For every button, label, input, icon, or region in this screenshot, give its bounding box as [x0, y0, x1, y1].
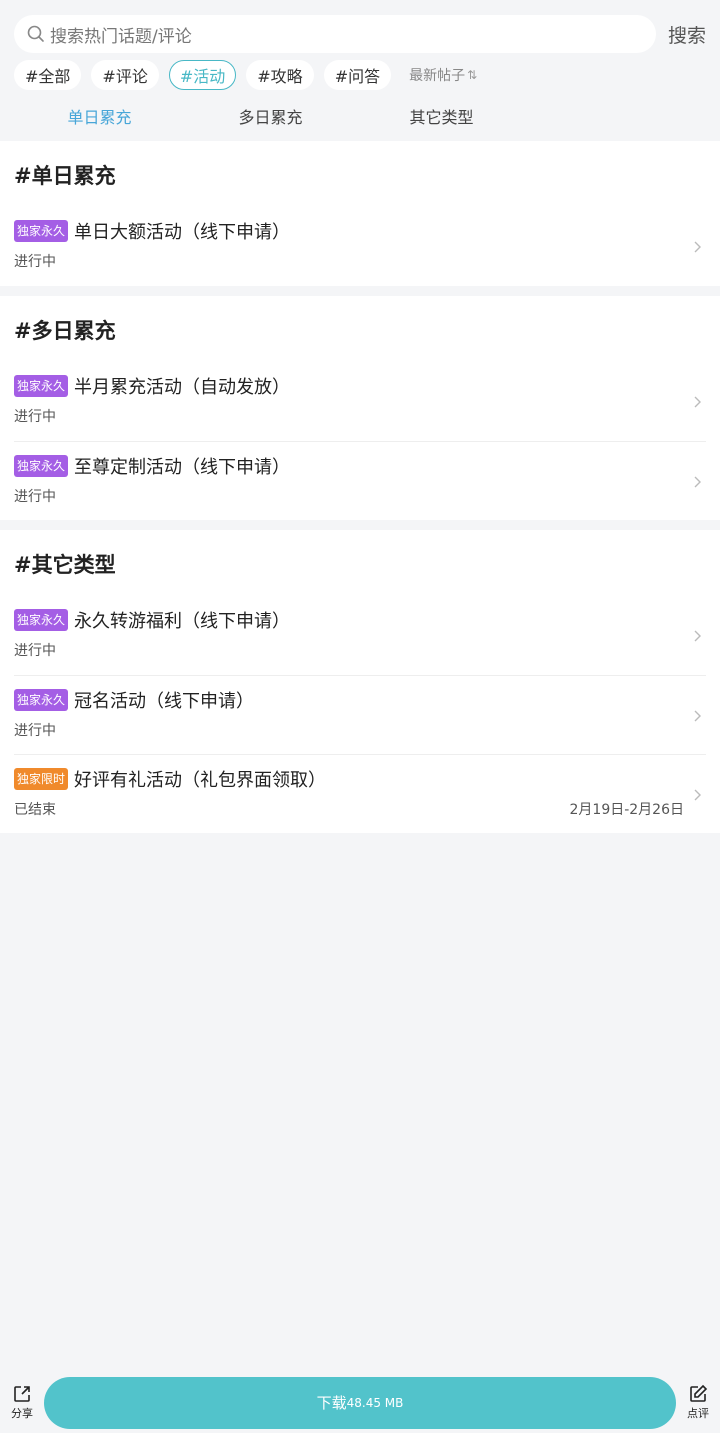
chevron-right-icon	[694, 789, 701, 801]
chevron-right-icon	[694, 710, 701, 722]
search-row: 搜索热门话题/评论 搜索	[14, 0, 706, 58]
search-placeholder: 搜索热门话题/评论	[50, 26, 192, 47]
search-button[interactable]: 搜索	[666, 21, 706, 48]
share-label: 分享	[11, 1407, 33, 1420]
bottom-bar: 分享 下载 48.45 MB 点评	[0, 1372, 720, 1433]
event-badge: 独家永久	[14, 455, 69, 477]
event-badge: 独家永久	[14, 609, 69, 631]
subtab-multi-day[interactable]: 多日累充	[185, 104, 356, 128]
download-button[interactable]: 下载 48.45 MB	[44, 1376, 676, 1429]
event-item[interactable]: 独家永久 冠名活动（线下申请） 进行中	[14, 675, 706, 754]
sort-icon: ⇅	[467, 68, 478, 82]
event-badge: 独家永久	[14, 375, 69, 397]
section-title: #其它类型	[14, 553, 116, 577]
download-label: 下载	[316, 1394, 347, 1412]
event-badge: 独家永久	[14, 220, 69, 242]
header: 搜索热门话题/评论 搜索 #全部 #评论 #活动 #攻略 #问答 最新帖子 ⇅ …	[0, 0, 720, 141]
sort-label: 最新帖子	[409, 68, 466, 84]
event-title: 单日大额活动（线下申请）	[74, 222, 291, 243]
event-item[interactable]: 独家限时 好评有礼活动（礼包界面领取） 已结束 2月19日-2月26日	[14, 754, 706, 833]
event-title: 至尊定制活动（线下申请）	[74, 457, 291, 478]
event-badge: 独家限时	[14, 768, 69, 790]
chevron-right-icon	[694, 241, 701, 253]
review-label: 点评	[687, 1407, 709, 1420]
share-button[interactable]: 分享	[0, 1384, 44, 1421]
subtab-bar: 单日累充 多日累充 其它类型	[14, 91, 706, 141]
event-item[interactable]: 独家永久 永久转游福利（线下申请） 进行中	[14, 596, 706, 675]
event-item[interactable]: 独家永久 单日大额活动（线下申请） 进行中	[14, 207, 706, 286]
event-title: 永久转游福利（线下申请）	[74, 611, 291, 632]
edit-icon	[690, 1384, 708, 1402]
subtab-single-day[interactable]: 单日累充	[14, 104, 185, 128]
sort-button[interactable]: 最新帖子 ⇅	[409, 65, 477, 85]
event-status: 进行中	[14, 409, 56, 425]
tag-guides[interactable]: #攻略	[246, 60, 314, 90]
event-badge: 独家永久	[14, 689, 69, 711]
tag-filter-row: #全部 #评论 #活动 #攻略 #问答 最新帖子 ⇅	[14, 59, 706, 91]
tag-comments[interactable]: #评论	[91, 60, 159, 90]
event-status: 已结束	[14, 802, 56, 818]
download-size: 48.45 MB	[346, 1395, 404, 1410]
event-title: 冠名活动（线下申请）	[74, 691, 255, 712]
event-status: 进行中	[14, 489, 56, 505]
section-other: #其它类型 独家永久 永久转游福利（线下申请） 进行中 独家永久 冠名活动（线下…	[0, 530, 720, 833]
chevron-right-icon	[694, 396, 701, 408]
chevron-right-icon	[694, 476, 701, 488]
event-item[interactable]: 独家永久 半月累充活动（自动发放） 进行中	[14, 362, 706, 441]
search-icon	[27, 25, 44, 42]
section-title: #单日累充	[14, 164, 116, 188]
chevron-right-icon	[694, 630, 701, 642]
tag-all[interactable]: #全部	[14, 60, 82, 90]
event-item[interactable]: 独家永久 至尊定制活动（线下申请） 进行中	[14, 441, 706, 520]
section-single-day: #单日累充 独家永久 单日大额活动（线下申请） 进行中	[0, 141, 720, 286]
subtab-other[interactable]: 其它类型	[356, 104, 527, 128]
event-title: 好评有礼活动（礼包界面领取）	[74, 770, 327, 791]
search-input[interactable]: 搜索热门话题/评论	[14, 15, 656, 53]
event-status: 进行中	[14, 254, 56, 270]
review-button[interactable]: 点评	[676, 1384, 720, 1421]
event-status: 进行中	[14, 723, 56, 739]
event-status: 进行中	[14, 643, 56, 659]
share-icon	[14, 1386, 30, 1402]
tag-events[interactable]: #活动	[168, 60, 237, 90]
section-multi-day: #多日累充 独家永久 半月累充活动（自动发放） 进行中 独家永久 至尊定制活动（…	[0, 296, 720, 520]
event-title: 半月累充活动（自动发放）	[74, 377, 291, 398]
section-title: #多日累充	[14, 319, 116, 343]
event-date: 2月19日-2月26日	[569, 802, 685, 818]
tag-qa[interactable]: #问答	[323, 60, 392, 90]
